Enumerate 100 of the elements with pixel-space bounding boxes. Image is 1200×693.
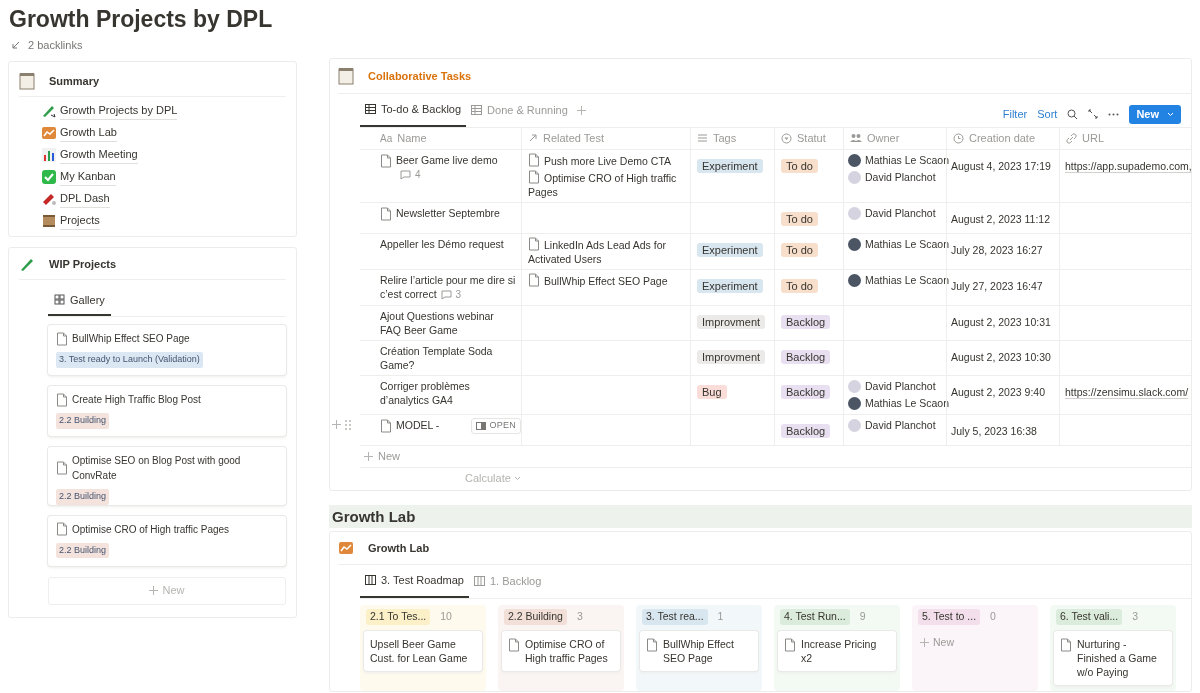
url-link[interactable]: https://app.supademo.com, <box>1065 159 1191 173</box>
sort-button[interactable]: Sort <box>1037 105 1058 123</box>
gallery-card[interactable]: Optimise CRO of High traffic Pages 2.2 Building <box>48 515 286 566</box>
task-name[interactable]: MODEL - <box>396 417 440 432</box>
backlinks-link[interactable]: 2 backlinks <box>28 36 83 54</box>
card-title: Optimise SEO on Blog Post with good ConvRate <box>72 454 242 483</box>
page-title: Growth Projects by DPL <box>9 5 274 34</box>
board-card[interactable]: Upsell Beer Game Cust. for Lean Game <box>364 630 482 671</box>
plus-icon <box>920 638 929 648</box>
owner-name: Mathias Le Scaon <box>865 236 950 252</box>
task-name[interactable]: Corriger problèmes d’analytics GA4 <box>380 378 517 407</box>
lab-title[interactable]: Growth Lab <box>368 539 430 557</box>
date-cell: July 27, 2023 16:47 <box>951 279 1043 292</box>
tag: Improvment <box>697 314 766 329</box>
card-title: Optimise CRO of High traffic Pages <box>72 522 230 537</box>
table-icon <box>365 104 376 115</box>
gallery-card[interactable]: Create High Traffic Blog Post 2.2 Building <box>48 386 286 436</box>
link-icon <box>1066 132 1077 144</box>
board-card[interactable]: Increase Pricing x2 <box>778 630 896 671</box>
page-link[interactable]: Growth Meeting <box>60 146 138 164</box>
card-title: Optimise CRO of High traffic Pages <box>525 636 609 665</box>
board-icon <box>365 575 376 586</box>
date-cell: August 2, 2023 10:31 <box>951 315 1051 328</box>
drag-handle-icon[interactable] <box>345 419 351 430</box>
board-card[interactable]: Nurturing - Finished a Game w/o Paying <box>1054 630 1172 685</box>
owner-name: David Planchot <box>865 417 936 433</box>
view-tab[interactable]: Gallery <box>48 285 111 316</box>
date-cell: July 28, 2023 16:27 <box>951 243 1043 256</box>
owner-name: David Planchot <box>865 205 936 221</box>
list-icon <box>697 133 708 143</box>
filter-button[interactable]: Filter <box>1002 105 1028 123</box>
owner-name: Mathias Le Scaon <box>865 395 950 411</box>
card-title: BullWhip Effect SEO Page <box>663 636 735 665</box>
plus-icon <box>364 451 373 461</box>
page-link[interactable]: DPL Dash <box>60 190 110 208</box>
tag: Experiment <box>697 158 763 173</box>
gallery-card[interactable]: Optimise SEO on Blog Post with good ConvRate 2.2 Building <box>48 447 286 505</box>
page-icon <box>380 153 392 168</box>
task-name[interactable]: Newsletter Septembre <box>396 205 500 220</box>
column-label: 4. Test Run... <box>780 608 850 625</box>
status-tag: Backlog <box>781 349 831 364</box>
board-card[interactable]: Optimise CRO of High traffic Pages <box>502 630 620 671</box>
owner-name: David Planchot <box>865 169 936 185</box>
view-tab[interactable]: To-do & Backlog <box>360 94 467 127</box>
task-name[interactable]: Appeller les Démo request <box>380 236 504 251</box>
related-link[interactable]: LinkedIn Ads Lead Ads for Activated Users <box>528 236 684 266</box>
page-link[interactable]: My Kanban <box>60 168 116 186</box>
comment-count: 4 <box>415 167 421 182</box>
date-cell: August 2, 2023 9:40 <box>951 385 1045 398</box>
date-cell: August 4, 2023 17:19 <box>951 159 1051 172</box>
gallery-card[interactable]: BullWhip Effect SEO Page 3. Test ready to Launch (Validation) <box>48 325 286 375</box>
clock-icon <box>953 132 964 144</box>
column-count: 1 <box>717 608 724 624</box>
status-tag: 3. Test ready to Launch (Validation) <box>56 352 203 368</box>
pencil-icon <box>41 103 57 119</box>
page-icon <box>380 206 392 221</box>
tag: Improvment <box>697 349 766 364</box>
more-icon[interactable] <box>1108 112 1120 116</box>
comment-icon <box>400 169 411 180</box>
related-link[interactable]: BullWhip Effect SEO Page <box>528 272 684 288</box>
card-title: Upsell Beer Game Cust. for Lean Game <box>370 636 469 665</box>
task-name[interactable]: Beer Game live demo 4 <box>396 152 517 182</box>
chevron-down-icon <box>513 476 521 482</box>
status-tag: 2.2 Building <box>56 413 110 429</box>
search-icon[interactable] <box>1067 108 1079 120</box>
tag: Experiment <box>697 278 763 293</box>
page-icon <box>56 392 68 407</box>
column-label: 3. Test rea... <box>642 608 708 625</box>
check-icon <box>41 169 57 185</box>
task-name[interactable]: Relire l’article pour me dire si c’est correct 3 <box>380 272 517 302</box>
page-link[interactable]: Growth Projects by DPL <box>60 102 178 120</box>
related-link[interactable]: Push more Live Demo CTA <box>528 152 684 168</box>
page-link[interactable]: Growth Lab <box>60 124 117 142</box>
date-cell: August 2, 2023 10:30 <box>951 350 1051 363</box>
arrow-icon <box>528 133 538 143</box>
text-type-icon: Aa <box>380 130 393 146</box>
column-label: 5. Test to ... <box>918 608 981 625</box>
section-heading: Growth Lab <box>329 504 1192 528</box>
board-card[interactable]: BullWhip Effect SEO Page <box>640 630 758 671</box>
page-icon <box>508 637 520 652</box>
status-tag: To do <box>781 211 818 226</box>
card-title: Increase Pricing x2 <box>801 636 878 665</box>
url-link[interactable]: https://zensimu.slack.com/ <box>1065 385 1189 399</box>
task-name[interactable]: Création Template Soda Game? <box>380 343 517 372</box>
firecracker-icon <box>41 191 57 207</box>
column-count: 3 <box>576 608 583 624</box>
comment-icon <box>440 289 452 300</box>
task-name[interactable]: Ajout Questions webinar FAQ Beer Game <box>380 308 517 337</box>
expand-icon[interactable] <box>1088 109 1099 119</box>
related-link[interactable]: Optimise CRO of High traffic Pages <box>528 169 684 199</box>
page-icon <box>528 169 540 184</box>
pencil-icon <box>19 256 35 273</box>
new-button[interactable]: New <box>1129 104 1181 124</box>
view-tab[interactable]: 3. Test Roadmap <box>360 565 469 598</box>
status-tag: Backlog <box>781 384 831 399</box>
scroll-icon <box>41 213 57 229</box>
column-count: 0 <box>990 608 996 624</box>
status-tag: Backlog <box>781 314 831 329</box>
open-button[interactable]: OPEN <box>470 417 521 434</box>
page-link[interactable]: Projects <box>60 212 100 230</box>
